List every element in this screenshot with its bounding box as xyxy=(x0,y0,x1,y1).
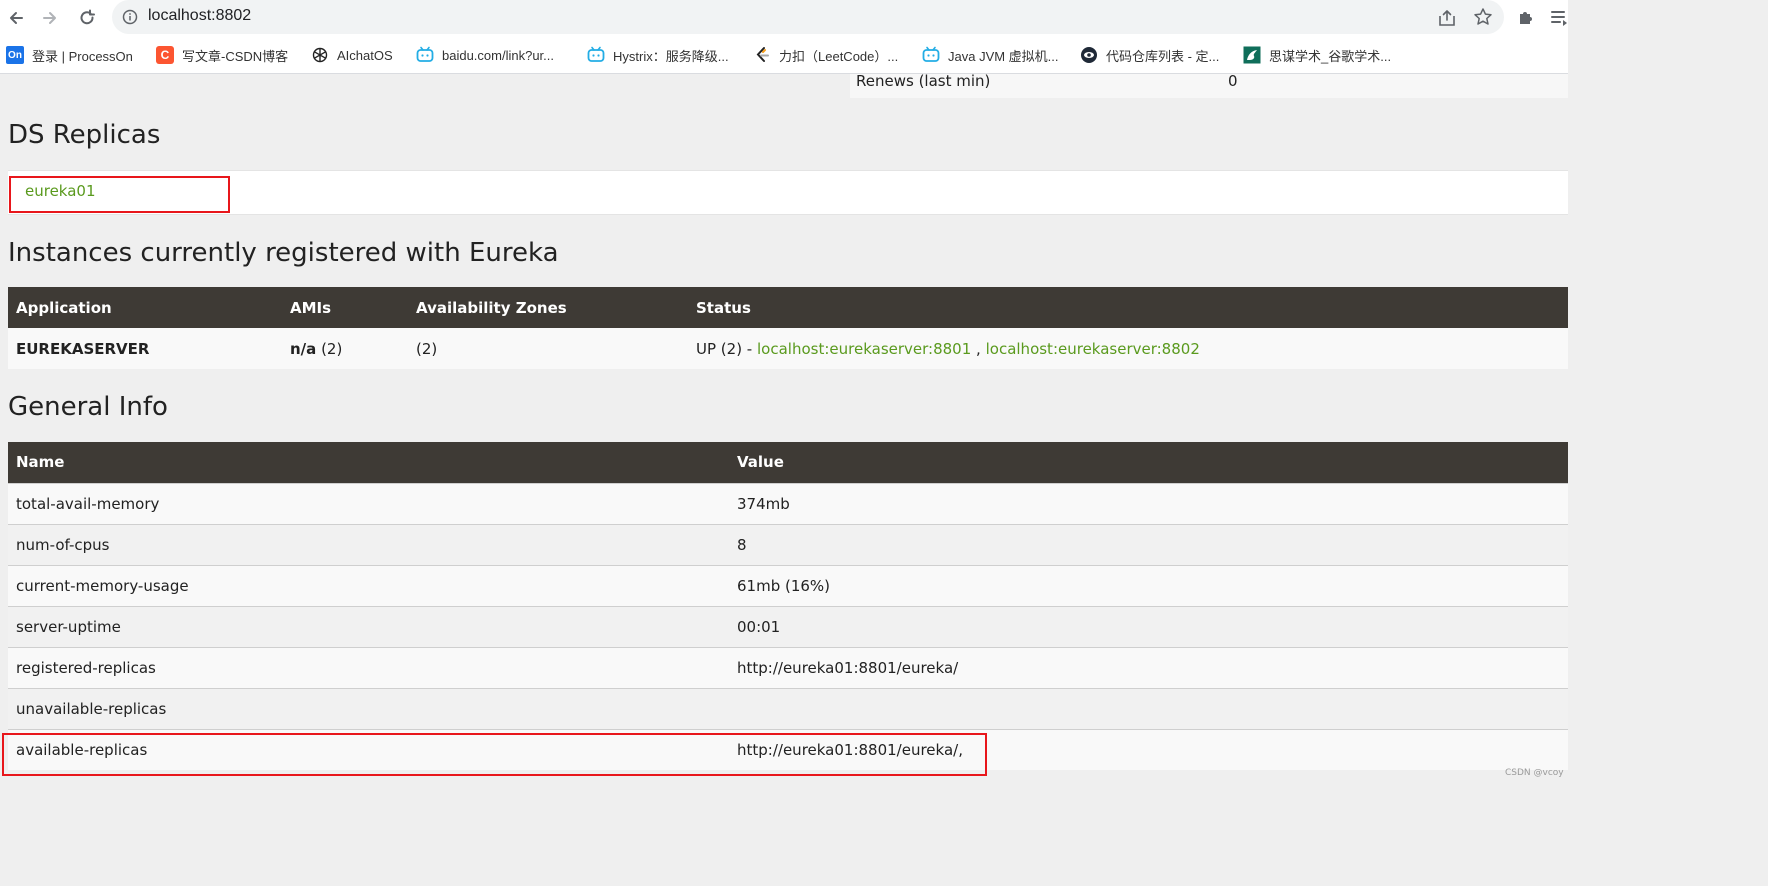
table-row: unavailable-replicas xyxy=(8,687,1568,729)
browser-toolbar: localhost:8802 xyxy=(0,0,1568,36)
leetcode-icon xyxy=(753,46,771,64)
general-info-table: Name Value total-avail-memory 374mb num-… xyxy=(8,442,1568,770)
column-header-application: Application xyxy=(8,287,282,328)
info-name: total-avail-memory xyxy=(8,482,729,524)
share-icon[interactable] xyxy=(1437,8,1457,28)
openai-icon xyxy=(311,46,329,64)
renews-row: Renews (last min) 0 xyxy=(850,74,1568,98)
info-value: 374mb xyxy=(729,482,1568,524)
simou-icon xyxy=(1243,46,1261,64)
ds-replicas-list: eureka01 xyxy=(8,170,1568,215)
info-name: current-memory-usage xyxy=(8,564,729,606)
amis-cell: n/a (2) xyxy=(282,328,408,369)
instances-table: Application AMIs Availability Zones Stat… xyxy=(8,287,1568,369)
info-value: http://eureka01:8801/eureka/, xyxy=(729,728,1568,770)
bookmark-processon[interactable]: On 登录 | ProcessOn xyxy=(6,45,133,65)
url-text[interactable]: localhost:8802 xyxy=(148,7,251,25)
processon-icon: On xyxy=(6,46,24,64)
bookmark-label: AIchatOS xyxy=(337,47,393,63)
bookmark-label: 思谋学术_谷歌学术... xyxy=(1269,48,1392,64)
column-header-status: Status xyxy=(688,287,1568,328)
bilibili-icon xyxy=(416,46,434,64)
info-value: 61mb (16%) xyxy=(729,564,1568,606)
link-separator: , xyxy=(976,339,981,358)
info-value: http://eureka01:8801/eureka/ xyxy=(729,646,1568,688)
bilibili-icon xyxy=(922,46,940,64)
bilibili-icon xyxy=(587,46,605,64)
bookmark-label: baidu.com/link?ur... xyxy=(442,47,555,63)
general-info-heading: General Info xyxy=(8,392,168,422)
bookmark-label: 力扣（LeetCode）... xyxy=(779,48,899,64)
csdn-icon: C xyxy=(156,46,174,64)
bookmark-hystrix[interactable]: Hystrix：服务降级... xyxy=(587,45,729,65)
info-name: registered-replicas xyxy=(8,646,729,688)
bookmark-csdn[interactable]: C 写文章-CSDN博客 xyxy=(156,45,288,65)
forward-button[interactable] xyxy=(38,6,62,30)
bookmark-simou[interactable]: 思谋学术_谷歌学术... xyxy=(1243,45,1391,65)
table-row: current-memory-usage 61mb (16%) xyxy=(8,564,1568,606)
replica-link-eureka01[interactable]: eureka01 xyxy=(25,182,96,200)
table-row: total-avail-memory 374mb xyxy=(8,482,1568,524)
reload-icon xyxy=(80,9,95,25)
table-row: num-of-cpus 8 xyxy=(8,523,1568,565)
info-name: server-uptime xyxy=(8,605,729,647)
info-name: num-of-cpus xyxy=(8,523,729,565)
bookmark-label: 写文章-CSDN博客 xyxy=(182,48,289,64)
renews-value: 0 xyxy=(1228,74,1238,90)
instance-link-8801[interactable]: localhost:eurekaserver:8801 xyxy=(757,340,971,358)
bookmark-label: Java JVM 虚拟机... xyxy=(948,48,1059,64)
instances-header-row: Application AMIs Availability Zones Stat… xyxy=(8,287,1568,328)
bookmark-star-icon[interactable] xyxy=(1473,7,1493,27)
bookmark-label: 登录 | ProcessOn xyxy=(32,48,133,64)
bookmark-aichatos[interactable]: AIchatOS xyxy=(311,45,393,65)
application-name: EUREKASERVER xyxy=(8,328,282,369)
bookmark-leetcode[interactable]: 力扣（LeetCode）... xyxy=(753,45,898,65)
back-button[interactable] xyxy=(4,6,28,30)
bookmark-java-jvm[interactable]: Java JVM 虚拟机... xyxy=(922,45,1059,65)
info-name: unavailable-replicas xyxy=(8,687,729,729)
watermark: CSDN @vcoy xyxy=(1505,768,1564,778)
general-info-header-row: Name Value xyxy=(8,442,1568,483)
instances-heading: Instances currently registered with Eure… xyxy=(8,238,559,268)
ds-replicas-heading: DS Replicas xyxy=(8,120,161,150)
amis-na: n/a xyxy=(290,339,317,358)
reading-list-icon[interactable] xyxy=(1550,6,1568,28)
column-header-availability-zones: Availability Zones xyxy=(408,287,688,328)
instance-link-8802[interactable]: localhost:eurekaserver:8802 xyxy=(986,340,1200,358)
info-value xyxy=(729,687,1568,729)
repo-icon xyxy=(1080,46,1098,64)
reload-button[interactable] xyxy=(75,6,99,30)
info-value: 8 xyxy=(729,523,1568,565)
availability-zones: (2) xyxy=(408,328,688,369)
renews-label: Renews (last min) xyxy=(856,74,991,90)
amis-count: (2) xyxy=(321,339,343,358)
extensions-icon[interactable] xyxy=(1516,6,1538,28)
forward-arrow-icon xyxy=(43,12,56,24)
info-name: available-replicas xyxy=(8,728,729,770)
bookmarks-bar: On 登录 | ProcessOn C 写文章-CSDN博客 AIchatOS … xyxy=(0,36,1568,74)
status-prefix: UP (2) - xyxy=(696,339,753,358)
bookmark-baidu-link[interactable]: baidu.com/link?ur... xyxy=(416,45,554,65)
table-row: available-replicas http://eureka01:8801/… xyxy=(8,728,1568,770)
status-cell: UP (2) - localhost:eurekaserver:8801 , l… xyxy=(688,328,1568,369)
bookmark-code-repo[interactable]: 代码仓库列表 - 定... xyxy=(1080,45,1219,65)
info-icon[interactable] xyxy=(122,9,138,25)
column-header-amis: AMIs xyxy=(282,287,408,328)
bookmark-label: Hystrix：服务降级... xyxy=(613,48,729,64)
table-row: registered-replicas http://eureka01:8801… xyxy=(8,646,1568,688)
address-bar[interactable]: localhost:8802 xyxy=(112,0,1504,34)
bookmark-label: 代码仓库列表 - 定... xyxy=(1106,48,1220,64)
column-header-value: Value xyxy=(729,442,1568,483)
table-row: server-uptime 00:01 xyxy=(8,605,1568,647)
back-arrow-icon xyxy=(10,12,23,24)
column-header-name: Name xyxy=(8,442,729,483)
instance-row: EUREKASERVER n/a (2) (2) UP (2) - localh… xyxy=(8,328,1568,369)
info-value: 00:01 xyxy=(729,605,1568,647)
